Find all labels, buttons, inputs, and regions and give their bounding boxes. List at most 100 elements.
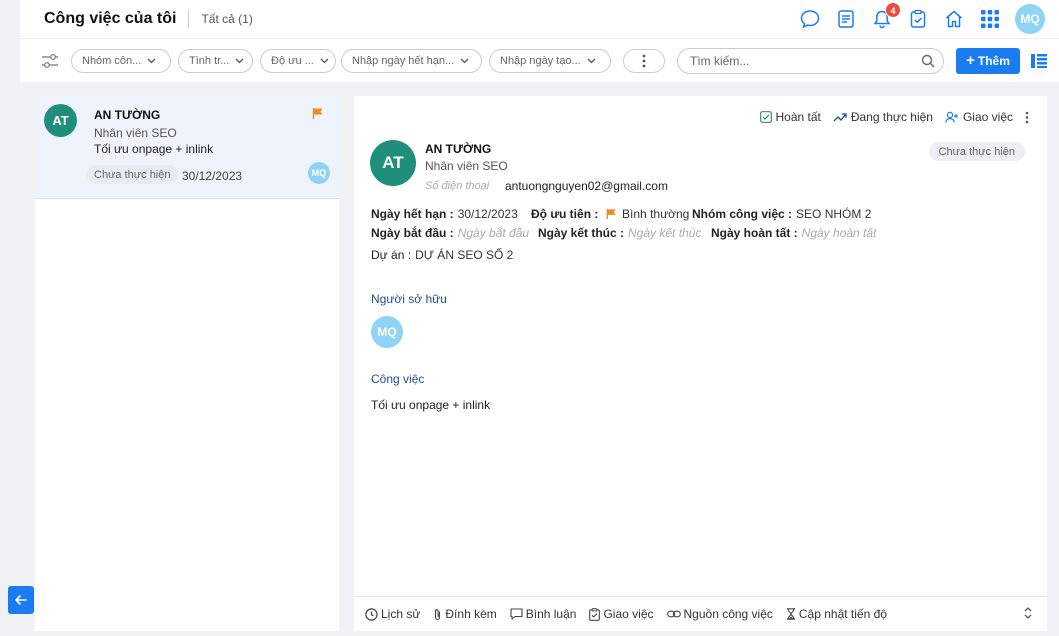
bell-icon[interactable]: 4 (871, 2, 901, 30)
priority-field: Độ ưu tiên : Bình thường (531, 207, 689, 221)
status-badge: Chưa thực hiện (87, 165, 178, 184)
chevron-down-icon (235, 58, 244, 64)
tab-assign[interactable]: Giao việc (589, 607, 654, 621)
clipboard-check-icon (589, 607, 601, 621)
expand-collapse-icon[interactable] (1023, 606, 1033, 623)
employee-avatar: AT (370, 140, 416, 186)
project-value: DỰ ÁN SEO SỐ 2 (415, 248, 514, 262)
tab-comments[interactable]: Bình luận (510, 607, 576, 621)
end-date-label: Ngày kết thúc : (538, 226, 625, 240)
task-list-panel: AT AN TƯỜNG Nhân viên SEO Tối ưu onpage … (35, 96, 339, 631)
plus-icon: + (966, 52, 975, 69)
chevron-down-icon (587, 58, 596, 64)
search-input[interactable] (690, 53, 921, 68)
task-list-icon[interactable] (835, 8, 857, 30)
complete-button[interactable]: Hoàn tất (759, 110, 821, 124)
filter-bar: Nhóm côn... Tình tr... Độ ưu ... Nhập ng… (20, 38, 1059, 82)
done-date-field: Ngày hoàn tất : Ngày hoàn tất (711, 226, 876, 240)
notification-badge: 4 (885, 2, 901, 18)
end-date-value[interactable]: Ngày kết thúc (628, 226, 701, 240)
status-badge: Chưa thực hiện (928, 142, 1025, 161)
tab-assign-label: Giao việc (603, 607, 654, 621)
clock-icon (365, 607, 378, 621)
detail-actions: Hoàn tất Đang thực hiện Giao việc (759, 110, 1030, 124)
employee-name: AN TƯỜNG (94, 108, 161, 122)
flag-icon (312, 107, 324, 122)
group-filter-label: Nhóm côn... (82, 54, 142, 67)
project-label: Dự án : (371, 248, 412, 262)
start-date-field: Ngày bắt đầu : Ngày bắt đầu (371, 226, 529, 240)
chevron-down-icon (147, 58, 156, 64)
home-icon[interactable] (943, 8, 965, 30)
employee-name: AN TƯỜNG (425, 142, 492, 156)
assign-task-button[interactable]: Giao việc (945, 110, 1013, 124)
checkbox-icon (759, 111, 772, 123)
sliders-icon[interactable] (38, 49, 62, 73)
flag-icon (606, 208, 616, 219)
due-date-field: Ngày hết hạn :30/12/2023 (371, 207, 518, 221)
group-label: Nhóm công việc : (692, 207, 793, 221)
phone-field: Số điện thoại (425, 180, 490, 192)
more-vertical-icon (1025, 111, 1029, 123)
bottom-tabs: Lịch sử Đính kèm Bình luận Giao việc Ngu… (354, 596, 1047, 631)
clipboard-check-icon[interactable] (907, 8, 929, 30)
due-date-filter-label: Nhập ngày hết hạn... (352, 54, 455, 67)
priority-label: Độ ưu tiên : (531, 207, 599, 221)
in-progress-label: Đang thực hiện (850, 110, 933, 124)
paperclip-icon (435, 608, 441, 620)
priority-filter-label: Độ ưu ... (271, 54, 314, 67)
end-date-field: Ngày kết thúc : Ngày kết thúc (538, 226, 701, 240)
link-icon (666, 610, 681, 618)
employee-role: Nhân viên SEO (94, 126, 177, 140)
priority-filter-dropdown[interactable]: Độ ưu ... (260, 48, 336, 73)
due-date-value: 30/12/2023 (457, 207, 518, 221)
done-date-value[interactable]: Ngày hoàn tất (802, 226, 877, 240)
assignee-avatar: MQ (308, 162, 330, 184)
status-filter-label: Tình tr... (189, 54, 230, 67)
page-title: Công việc của tôi (44, 10, 177, 27)
start-date-label: Ngày bắt đầu : (371, 226, 454, 240)
arrow-left-icon (15, 595, 27, 605)
priority-value: Bình thường (622, 207, 690, 221)
tab-history-label: Lịch sử (381, 607, 421, 621)
user-plus-icon (945, 111, 958, 123)
due-date-filter-dropdown[interactable]: Nhập ngày hết hạn... (341, 48, 482, 73)
task-name: Tối ưu onpage + inlink (94, 142, 214, 156)
more-vertical-icon (642, 54, 646, 67)
more-filters-button[interactable] (623, 48, 665, 73)
add-button-label: Thêm (977, 53, 1010, 68)
group-field: Nhóm công việc : SEO NHÓM 2 (692, 207, 871, 221)
task-list-item[interactable]: AT AN TƯỜNG Nhân viên SEO Tối ưu onpage … (35, 96, 339, 199)
tab-progress-label: Cập nhật tiến độ (798, 607, 887, 621)
list-view-icon[interactable] (1030, 52, 1048, 70)
add-task-button[interactable]: + Thêm (956, 47, 1020, 74)
apps-grid-icon[interactable] (979, 8, 1001, 30)
trend-up-icon (833, 113, 847, 122)
search-icon[interactable] (921, 54, 935, 68)
left-rail (0, 0, 20, 636)
created-date-filter-dropdown[interactable]: Nhập ngày tạo... (489, 48, 611, 73)
tab-history[interactable]: Lịch sử (365, 607, 420, 621)
group-value: SEO NHÓM 2 (796, 207, 872, 221)
all-count-filter[interactable]: Tất cả (1) (201, 12, 252, 26)
owner-avatar[interactable]: MQ (371, 316, 403, 348)
employee-avatar: AT (44, 104, 77, 137)
in-progress-button[interactable]: Đang thực hiện (833, 110, 933, 124)
start-date-value[interactable]: Ngày bắt đầu (458, 226, 529, 240)
email-value: antuongnguyen02@gmail.com (505, 179, 668, 193)
employee-role: Nhân viên SEO (425, 159, 508, 173)
collapse-sidebar-button[interactable] (8, 586, 34, 614)
header-divider (188, 10, 190, 28)
task-date: 30/12/2023 (182, 169, 243, 183)
chat-icon[interactable] (799, 8, 821, 30)
tab-source[interactable]: Nguồn công việc (666, 607, 773, 621)
user-avatar[interactable]: MQ (1015, 4, 1045, 34)
assign-label: Giao việc (962, 110, 1013, 124)
more-actions-button[interactable] (1025, 111, 1029, 124)
owner-section-title: Người sở hữu (371, 292, 447, 306)
status-filter-dropdown[interactable]: Tình tr... (178, 48, 253, 73)
tab-attachments[interactable]: Đính kèm (433, 607, 497, 621)
header-icons: 4 MQ (799, 0, 1045, 38)
tab-progress[interactable]: Cập nhật tiến độ (786, 607, 887, 621)
group-filter-dropdown[interactable]: Nhóm côn... (71, 48, 171, 73)
